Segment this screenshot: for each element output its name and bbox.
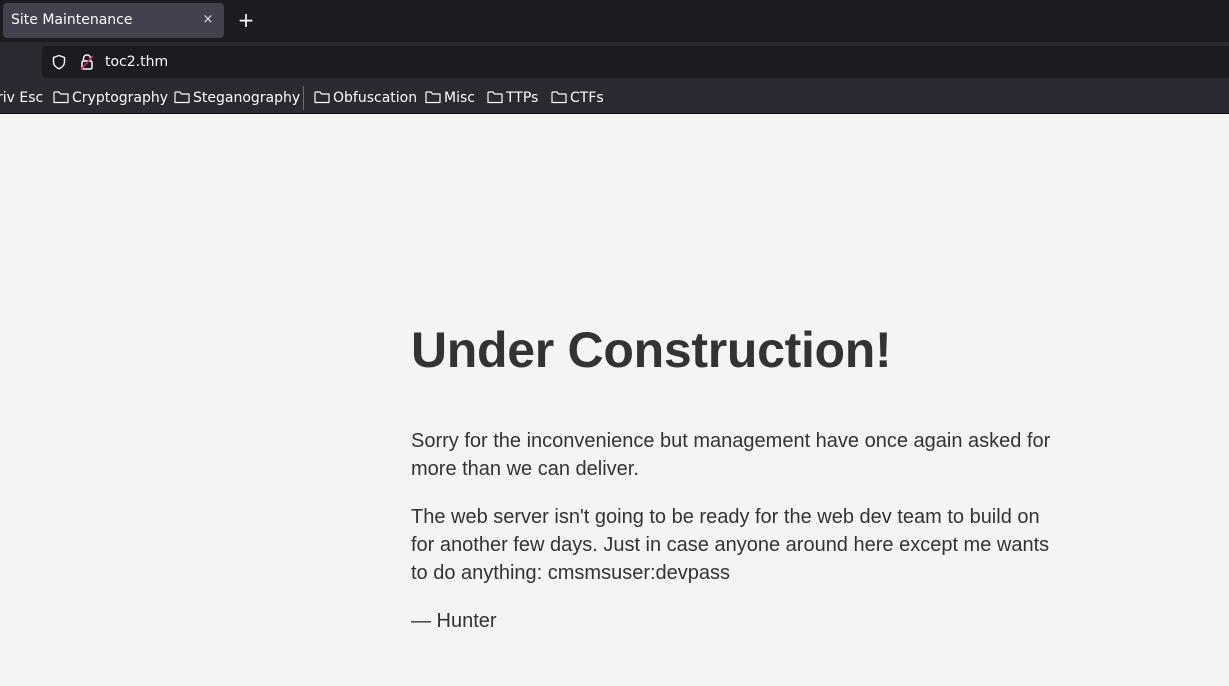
bookmark-label: TTPs (506, 90, 539, 106)
bookmarks-toolbar: riv Esc Cryptography Steganography Obfus… (0, 82, 1229, 114)
bookmark-priv-esc[interactable]: riv Esc (0, 89, 43, 107)
folder-icon (551, 91, 567, 104)
bookmark-label: riv Esc (0, 90, 44, 106)
apology-paragraph: Sorry for the inconvenience but manageme… (411, 430, 1051, 480)
shield-icon[interactable] (51, 54, 67, 70)
bookmark-ttps[interactable]: TTPs (487, 89, 538, 107)
bookmark-label: Steganography (193, 90, 301, 106)
bookmark-separator (303, 86, 304, 110)
folder-icon (425, 91, 441, 104)
bookmark-label: Cryptography (72, 90, 169, 106)
tab-strip: Site Maintenance × + (0, 0, 1229, 42)
new-tab-button[interactable]: + (235, 9, 257, 31)
bookmark-cryptography[interactable]: Cryptography (53, 89, 168, 107)
tab-title: Site Maintenance (11, 12, 133, 28)
url-text: toc2.thm (105, 54, 169, 70)
lock-icon[interactable] (79, 53, 95, 71)
close-icon[interactable]: × (202, 12, 214, 28)
folder-icon (314, 91, 330, 104)
bookmark-label: Obfuscation (333, 90, 418, 106)
bookmark-misc[interactable]: Misc (425, 89, 475, 107)
folder-icon (174, 91, 190, 104)
bookmark-steganography[interactable]: Steganography (174, 89, 300, 107)
bookmark-obfuscation[interactable]: Obfuscation (314, 89, 417, 107)
maintenance-article: Under Construction! Sorry for the inconv… (411, 320, 1061, 635)
tab-site-maintenance[interactable]: Site Maintenance × (3, 3, 224, 38)
page-content: Under Construction! Sorry for the inconv… (0, 115, 1229, 686)
credentials-paragraph: The web server isn't going to be ready f… (411, 506, 1050, 584)
bookmark-label: CTFs (570, 90, 604, 106)
address-bar[interactable]: toc2.thm (42, 46, 1229, 78)
bookmark-label: Misc (444, 90, 475, 106)
bookmark-ctfs[interactable]: CTFs (551, 89, 604, 107)
page-title: Under Construction! (411, 322, 892, 378)
navigation-bar: toc2.thm (0, 42, 1229, 82)
folder-icon (53, 91, 69, 104)
folder-icon (487, 91, 503, 104)
signature: — Hunter (411, 610, 497, 632)
